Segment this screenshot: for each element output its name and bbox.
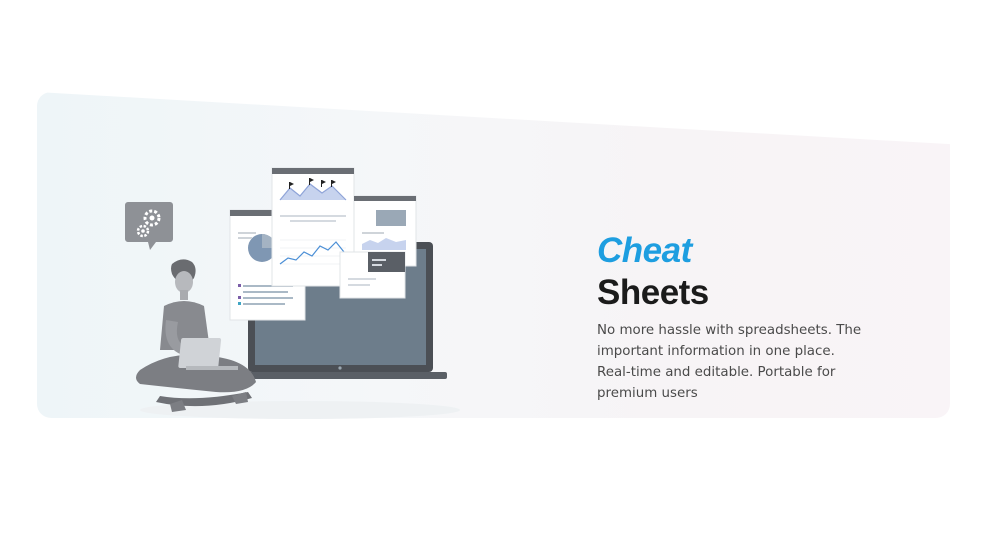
hero-description: No more hassle with spreadsheets. The im… — [597, 323, 862, 401]
gear-icon — [125, 202, 173, 250]
note-icon — [339, 251, 406, 299]
hero-title: Sheets — [597, 273, 709, 312]
cheat-sheets-illustration — [125, 167, 460, 419]
hero-title-accent: Cheat — [597, 231, 692, 270]
page: Cheat Sheets No more hassle with spreads… — [0, 0, 990, 550]
hero-text: Cheat Sheets No more hassle with spreads… — [597, 230, 867, 404]
